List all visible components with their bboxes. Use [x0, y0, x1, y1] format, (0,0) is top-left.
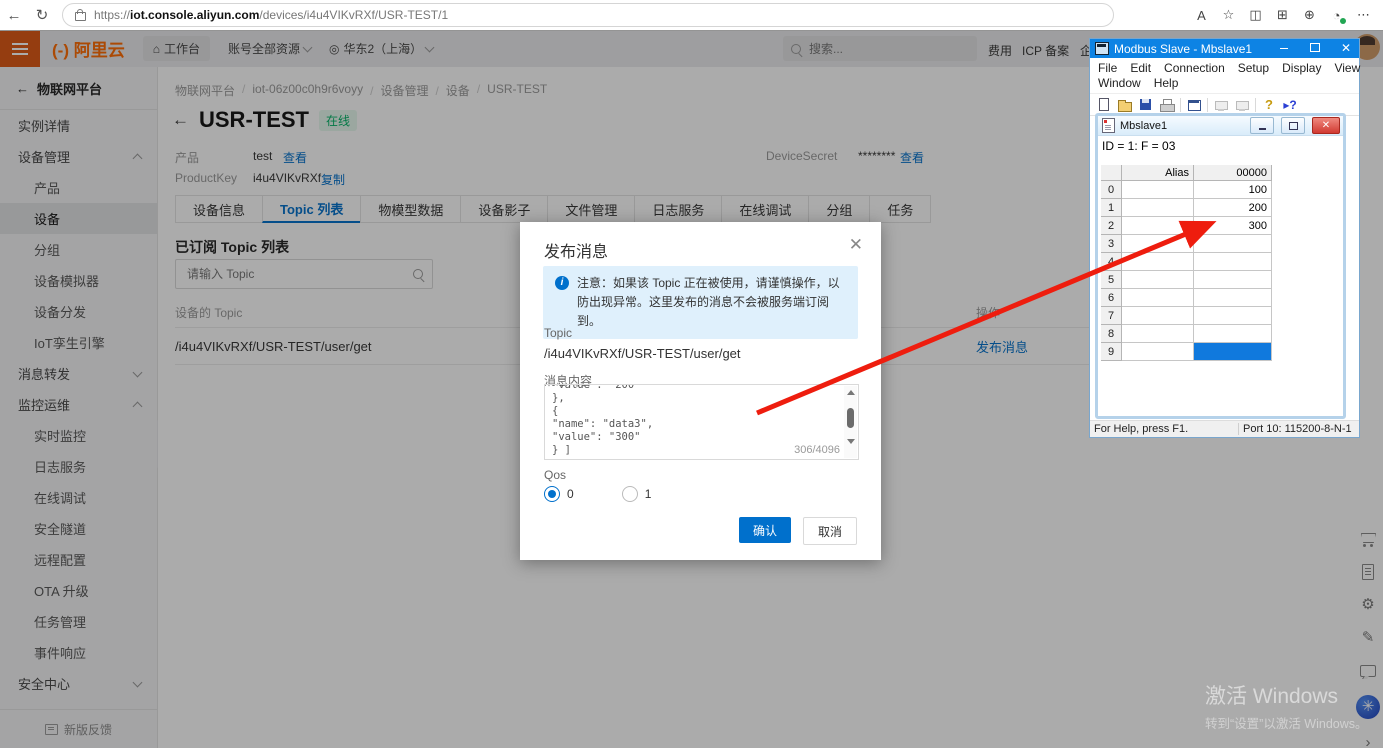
minimize-icon[interactable]: [1250, 117, 1274, 134]
dialog-title: 发布消息: [544, 238, 608, 262]
char-counter: 306/4096: [794, 444, 840, 456]
topic-value: /i4u4VIKvRXf/USR-TEST/user/get: [544, 346, 741, 361]
scroll-thumb[interactable]: [847, 408, 854, 428]
message-content-textarea[interactable]: "value": "200"},{"name": "data3","value"…: [544, 384, 859, 460]
context-help-icon[interactable]: ▸?: [1282, 97, 1298, 113]
mbslave-child-window: Mbslave1 ✕ ID = 1: F = 03 Alias 00000 01…: [1095, 113, 1346, 419]
toolbar-separator: [1207, 98, 1208, 112]
print-icon[interactable]: [1159, 97, 1175, 113]
alias-header: Alias: [1122, 165, 1194, 181]
browser-actions: A ☆ ◫ ⊞ ⊕ ◔ ⋯: [1188, 7, 1383, 23]
child-window-title: Mbslave1: [1120, 120, 1245, 132]
display-setup-icon[interactable]: [1186, 97, 1202, 113]
close-icon[interactable]: ✕: [1333, 39, 1359, 58]
toolbar-separator: [1180, 98, 1181, 112]
modbus-app-icon: [1095, 42, 1109, 55]
radio-icon: [622, 486, 638, 502]
screen: ← ↻ https://iot.console.aliyun.com/devic…: [0, 0, 1383, 748]
notice-text: 注意：如果该 Topic 正在被使用，请谨慎操作，以防出现异常。这里发布的消息不…: [577, 274, 846, 331]
save-icon[interactable]: [1138, 97, 1154, 113]
address-header: 00000: [1194, 165, 1272, 181]
modbus-statusbar: For Help, press F1. Port 10: 115200-8-N-…: [1090, 420, 1359, 437]
status-port-text: Port 10: 115200-8-N-1: [1238, 423, 1359, 435]
grid-header-row: Alias 00000: [1101, 165, 1272, 181]
close-icon[interactable]: ✕: [1312, 117, 1340, 134]
read-aloud-icon[interactable]: A: [1188, 8, 1215, 23]
url-text: https://iot.console.aliyun.com/devices/i…: [94, 8, 448, 22]
textarea-scrollbar[interactable]: [844, 386, 857, 458]
more-menu-icon[interactable]: ⋯: [1350, 7, 1377, 23]
minimize-icon[interactable]: [1271, 39, 1297, 58]
new-file-icon[interactable]: [1096, 97, 1112, 113]
modbus-menubar: File Edit Connection Setup Display View Windo…: [1090, 58, 1359, 94]
grid-row[interactable]: 2300: [1101, 217, 1272, 235]
publish-message-dialog: 发布消息 ✕ i 注意：如果该 Topic 正在被使用，请谨慎操作，以防出现异常…: [520, 222, 881, 560]
browser-back-icon[interactable]: ←: [0, 7, 28, 24]
browser-refresh-icon[interactable]: ↻: [28, 6, 56, 24]
favorite-star-icon[interactable]: ☆: [1215, 7, 1242, 23]
open-file-icon[interactable]: [1117, 97, 1133, 113]
grid-row[interactable]: 0100: [1101, 181, 1272, 199]
close-icon[interactable]: ✕: [849, 235, 863, 255]
grid-row[interactable]: 1200: [1101, 199, 1272, 217]
collections-icon[interactable]: ⊞: [1269, 7, 1296, 23]
menu-connection[interactable]: Connection: [1164, 61, 1225, 75]
info-icon: i: [555, 276, 569, 290]
grid-row[interactable]: 6: [1101, 289, 1272, 307]
document-icon: [1102, 118, 1115, 133]
modbus-titlebar[interactable]: Modbus Slave - Mbslave1 ✕: [1090, 39, 1359, 58]
extensions-icon[interactable]: ⊕: [1296, 7, 1323, 23]
grid-row[interactable]: 5: [1101, 271, 1272, 289]
corner-cell: [1101, 165, 1122, 181]
grid-row[interactable]: 8: [1101, 325, 1272, 343]
scroll-up-icon[interactable]: [847, 390, 855, 395]
notice-alert: i 注意：如果该 Topic 正在被使用，请谨慎操作，以防出现异常。这里发布的消…: [543, 266, 858, 339]
confirm-button[interactable]: 确认: [739, 517, 791, 543]
menu-view[interactable]: View: [1334, 61, 1360, 75]
child-titlebar[interactable]: Mbslave1 ✕: [1098, 116, 1343, 136]
browser-essentials-icon[interactable]: ◔: [1323, 8, 1350, 23]
register-grid: Alias 00000 0100 1200 2300 3 4 5 6 7 8 9: [1101, 165, 1272, 361]
split-screen-icon[interactable]: ◫: [1242, 7, 1269, 23]
menu-file[interactable]: File: [1098, 61, 1117, 75]
slave-id-line: ID = 1: F = 03: [1098, 136, 1343, 160]
qos-label: Qos: [544, 468, 566, 482]
grid-row[interactable]: 9: [1101, 343, 1272, 361]
menu-help[interactable]: Help: [1154, 76, 1179, 90]
menu-setup[interactable]: Setup: [1238, 61, 1269, 75]
lock-icon: [75, 12, 86, 21]
selected-cell: [1194, 343, 1272, 361]
browser-chrome: ← ↻ https://iot.console.aliyun.com/devic…: [0, 0, 1383, 31]
toolbar-separator: [1255, 98, 1256, 112]
dialog-buttons: 确认 取消: [739, 517, 857, 545]
modbus-slave-window: Modbus Slave - Mbslave1 ✕ File Edit Connec…: [1089, 38, 1360, 438]
maximize-icon[interactable]: [1302, 39, 1328, 58]
modbus-window-title: Modbus Slave - Mbslave1: [1114, 42, 1266, 56]
grid-row[interactable]: 4: [1101, 253, 1272, 271]
grid-row[interactable]: 3: [1101, 235, 1272, 253]
connect-icon[interactable]: [1213, 97, 1229, 113]
disconnect-icon[interactable]: [1234, 97, 1250, 113]
menu-edit[interactable]: Edit: [1130, 61, 1151, 75]
menu-window[interactable]: Window: [1098, 76, 1141, 90]
cancel-button[interactable]: 取消: [803, 517, 857, 545]
grid-row[interactable]: 7: [1101, 307, 1272, 325]
radio-icon: [544, 486, 560, 502]
topic-label: Topic: [544, 326, 572, 340]
menu-display[interactable]: Display: [1282, 61, 1321, 75]
address-bar[interactable]: https://iot.console.aliyun.com/devices/i…: [62, 3, 1114, 27]
qos-radio-1[interactable]: 1: [622, 486, 652, 502]
maximize-icon[interactable]: [1281, 117, 1305, 134]
qos-radio-group: 0 1: [544, 486, 651, 502]
scroll-down-icon[interactable]: [847, 439, 855, 444]
qos-radio-0[interactable]: 0: [544, 486, 574, 502]
help-icon[interactable]: ?: [1261, 97, 1277, 113]
status-help-text: For Help, press F1.: [1090, 423, 1238, 435]
